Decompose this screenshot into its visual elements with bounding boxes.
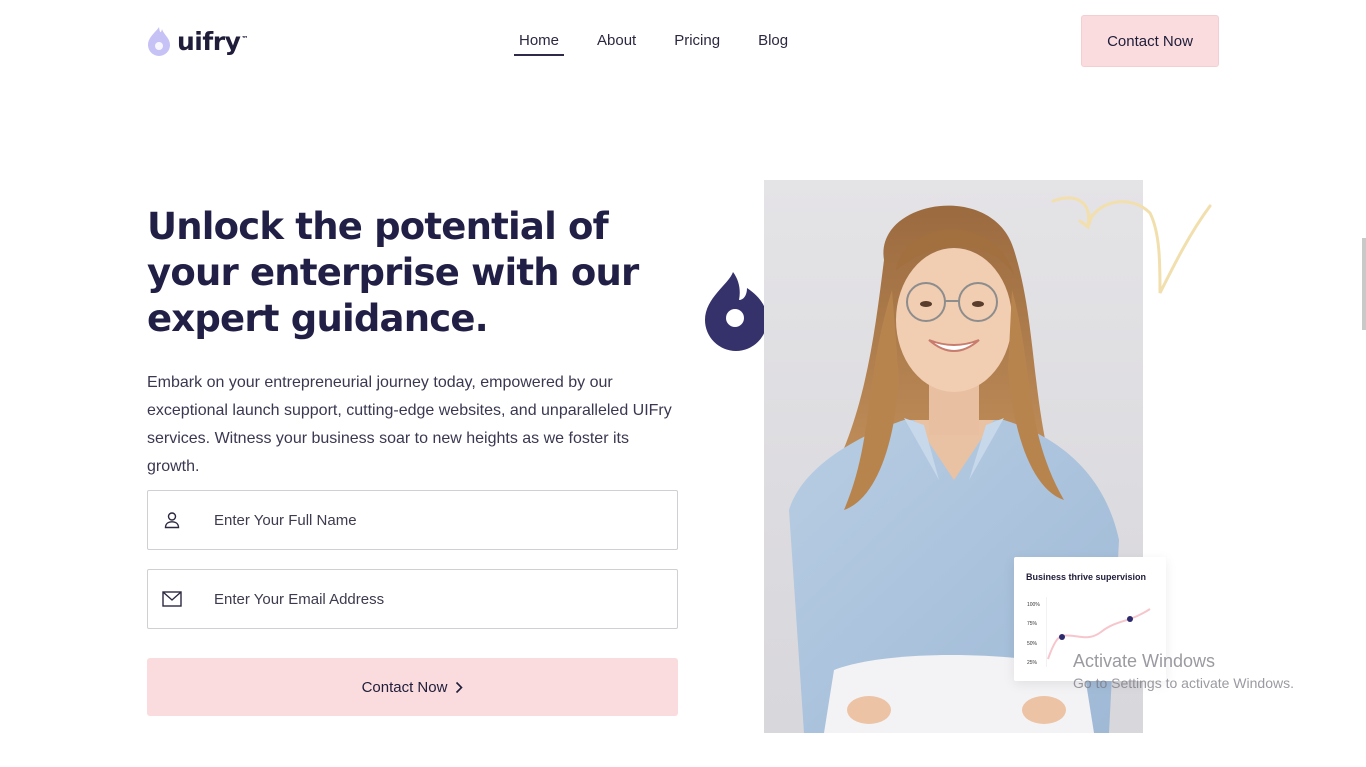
card-title: Business thrive supervision [1026, 572, 1147, 582]
header-contact-button[interactable]: Contact Now [1081, 15, 1219, 67]
flame-decoration-icon [703, 270, 769, 357]
scribble-decoration [1050, 193, 1220, 308]
name-field[interactable] [147, 490, 678, 550]
page-scrollbar[interactable] [1362, 238, 1366, 330]
brand-logo[interactable]: uifry™ [147, 26, 248, 56]
chevron-right-icon [455, 681, 464, 694]
logo-wordmark: uifry™ [177, 26, 248, 56]
nav-pricing[interactable]: Pricing [674, 32, 720, 56]
main-nav: Home About Pricing Blog [514, 32, 826, 56]
mail-icon [146, 591, 198, 607]
y-tick-25: 25% [1027, 660, 1038, 666]
y-tick-100: 100% [1027, 602, 1040, 608]
hero-description: Embark on your entrepreneurial journey t… [147, 374, 672, 475]
hero-title: Unlock the potential of your enterprise … [147, 205, 639, 340]
email-field[interactable] [147, 569, 678, 629]
nav-home[interactable]: Home [514, 32, 565, 56]
user-icon [146, 511, 198, 529]
name-input[interactable] [212, 510, 636, 530]
y-tick-50: 50% [1027, 641, 1038, 647]
flame-logo-icon [148, 27, 170, 56]
contact-submit-button[interactable]: Contact Now [147, 658, 678, 716]
watermark-title: Activate Windows [1073, 651, 1216, 671]
nav-blog[interactable]: Blog [758, 32, 788, 56]
email-input[interactable] [212, 589, 636, 609]
chart-point-2 [1127, 616, 1133, 622]
submit-label: Contact Now [361, 678, 448, 696]
watermark-subtitle: Go to Settings to activate Windows. [1073, 675, 1294, 691]
chart-point-1 [1059, 634, 1065, 640]
nav-about[interactable]: About [597, 32, 636, 56]
y-tick-75: 75% [1027, 621, 1038, 627]
activate-windows-watermark: Activate Windows Go to Settings to activ… [1073, 651, 1294, 691]
